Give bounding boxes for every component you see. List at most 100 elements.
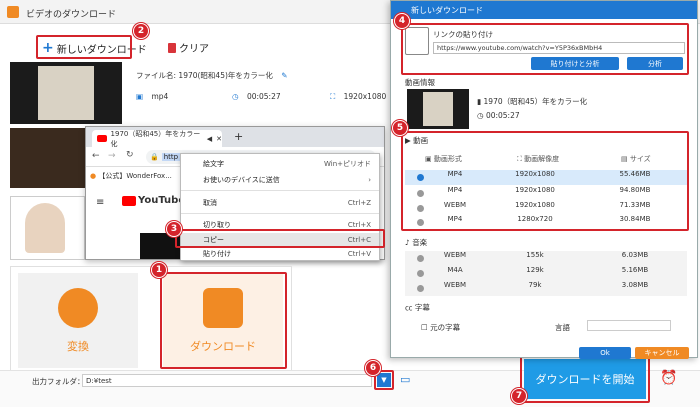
row-size: 5.16MB [621, 266, 649, 274]
row-format: WEBM [443, 281, 467, 289]
forward-arrow-icon[interactable]: → [108, 151, 116, 161]
menu-shortcut: Ctrl+X [347, 221, 371, 229]
highlight-download [160, 272, 287, 369]
row-format: WEBM [443, 251, 467, 259]
app-logo-icon [7, 6, 19, 18]
resolution-value: 1920x1080 [343, 92, 387, 101]
ok-label: Ok [600, 349, 610, 357]
bookmark-item[interactable]: ● 【公式】WonderFox... [90, 171, 172, 181]
menu-label: お使いのデバイスに送信 [203, 176, 280, 184]
menu-divider [181, 213, 379, 214]
file-name-label: ファイル名: [136, 71, 179, 80]
resolution-field: ⛶ 1920x1080 [330, 92, 386, 102]
convert-label: 変換 [67, 339, 89, 353]
edit-pencil-icon[interactable]: ✎ [281, 71, 287, 80]
menu-label: 絵文字 [203, 160, 224, 168]
audio-row[interactable]: WEBM 79k 3.08MB [405, 281, 687, 296]
clock-icon: ◷ [232, 92, 239, 101]
new-tab-icon[interactable]: + [234, 130, 243, 143]
original-subtitle-option[interactable]: ☐ 元の字幕 [421, 322, 460, 333]
youtube-wordmark: YouTube [138, 195, 186, 206]
audio-row[interactable]: M4A 129k 5.16MB [405, 266, 687, 281]
video-title: 1970（昭和45）年をカラー化 [483, 97, 588, 106]
row-bitrate: 129k [526, 266, 544, 274]
hamburger-menu-icon[interactable]: ≡ [96, 197, 104, 208]
subtitle-section-header: ㏄ 字幕 [405, 302, 430, 313]
back-arrow-icon[interactable]: ← [92, 151, 100, 161]
subtitle-section-label: 字幕 [414, 303, 430, 312]
person-image [25, 203, 65, 253]
menu-item-undo[interactable]: 取消 Ctrl+Z [181, 196, 379, 210]
convert-icon [58, 287, 98, 328]
step-badge-3: 3 [166, 221, 182, 237]
radio-icon [417, 270, 424, 277]
dialog-title: 新しいダウンロード [411, 5, 483, 15]
video-thumbnail-2 [10, 128, 85, 188]
browser-tab[interactable]: 1970（昭和45）年をカラー化 ◀ ✕ [92, 129, 222, 148]
language-select[interactable] [587, 320, 671, 331]
ok-button[interactable]: Ok [579, 347, 631, 359]
highlight-new-download [36, 35, 132, 59]
dialog-title-bar: 新しいダウンロード [391, 1, 697, 19]
menu-label: 貼り付け [203, 250, 231, 258]
browser-tab-bar: 1970（昭和45）年をカラー化 ◀ ✕ + [86, 127, 384, 148]
output-folder-input[interactable]: D:¥test [82, 374, 372, 387]
video-title-row: ▮ 1970（昭和45）年をカラー化 [477, 96, 587, 107]
bookmark-favicon-icon: ● [90, 172, 97, 180]
clear-button[interactable]: クリア [168, 40, 209, 55]
youtube-logo-icon [122, 195, 136, 206]
format-field: ▣ mp4 [136, 92, 168, 101]
address-bar-text: http [161, 153, 181, 161]
row-size: 6.03MB [621, 251, 649, 259]
menu-item-paste[interactable]: 貼り付け Ctrl+V [181, 247, 379, 261]
clear-label: クリア [179, 44, 209, 55]
row-bitrate: 79k [528, 281, 542, 289]
menu-divider [181, 190, 379, 191]
video-info-label: 動画情報 [405, 78, 435, 87]
audio-section-label: 音楽 [412, 238, 428, 247]
convert-button[interactable]: 変換 [18, 273, 138, 368]
video-duration: 00:05:27 [485, 111, 520, 120]
duration-field: ◷ 00:05:27 [232, 92, 281, 101]
step-badge-2: 2 [133, 23, 149, 39]
cancel-label: キャンセル [644, 349, 680, 357]
thumbnail-image [38, 66, 94, 120]
audio-row[interactable]: WEBM 155k 6.03MB [405, 251, 687, 266]
highlight-video-section [401, 131, 689, 231]
youtube-icon [97, 135, 107, 142]
video-format-icon: ▣ [136, 92, 144, 101]
menu-shortcut: Win+ピリオド [323, 160, 371, 168]
resolution-icon: ⛶ [330, 92, 336, 101]
reload-icon[interactable]: ↻ [126, 150, 134, 160]
video-thumbnail [10, 62, 122, 124]
step-badge-7: 7 [511, 388, 527, 404]
bookmark-label: 【公式】WonderFox... [98, 172, 172, 180]
menu-shortcut: › [368, 176, 371, 184]
cancel-button[interactable]: キャンセル [635, 347, 689, 359]
row-size: 3.08MB [621, 281, 649, 289]
language-label: 言語 [555, 323, 570, 332]
video-thumbnail-3 [10, 196, 85, 260]
folder-icon[interactable]: ▭ [400, 373, 410, 386]
window-title: ビデオのダウンロード [26, 10, 117, 20]
radio-icon [417, 255, 424, 262]
menu-label: 取消 [203, 199, 217, 207]
cc-icon: ㏄ [405, 303, 413, 312]
music-note-icon: ♪ [405, 238, 410, 247]
tab-title: 1970（昭和45）年をカラー化 [110, 129, 201, 148]
step-badge-5: 5 [392, 120, 408, 136]
file-name-value: 1970(昭和45)年をカラー化 [178, 71, 273, 80]
menu-item-emoji[interactable]: 絵文字 Win+ピリオド [181, 157, 379, 171]
highlight-copy [175, 229, 385, 248]
menu-item-send-to-device[interactable]: お使いのデバイスに送信 › [181, 173, 379, 187]
tab-close-icon[interactable]: ✕ [216, 135, 222, 143]
new-download-dialog: 新しいダウンロード リンクの貼り付け https://www.youtube.c… [390, 0, 698, 359]
row-bitrate: 155k [526, 251, 544, 259]
alarm-clock-icon[interactable]: ⏰ [660, 370, 677, 386]
step-badge-4: 4 [394, 13, 410, 29]
dialog-thumbnail-image [423, 92, 453, 126]
step-badge-1: 1 [151, 262, 167, 278]
step-badge-6: 6 [365, 360, 381, 376]
file-name-row: ファイル名: 1970(昭和45)年をカラー化 ✎ [136, 70, 288, 81]
youtube-logo[interactable]: YouTube [122, 195, 185, 206]
